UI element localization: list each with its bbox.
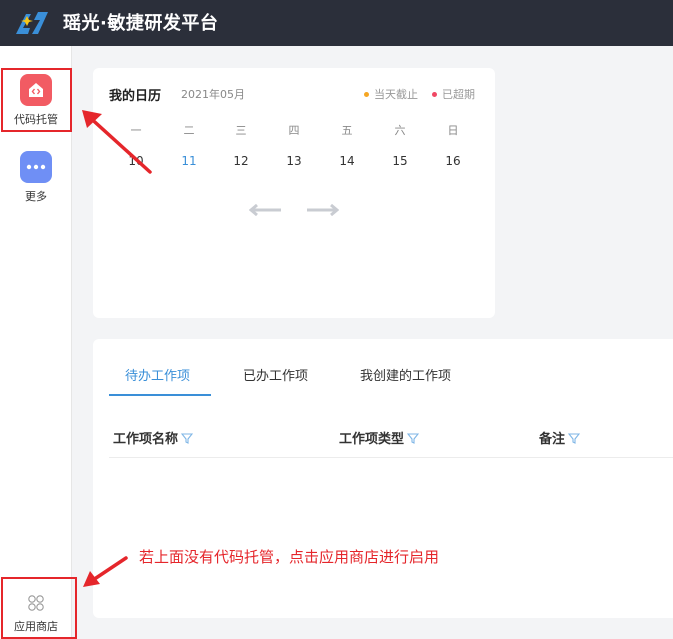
calendar-month: 2021年05月 [181,88,245,101]
top-bar: 瑶光·敏捷研发平台 [0,0,673,46]
more-icon [20,151,52,183]
weekday-label: 五 [341,124,353,137]
weekday-label: 二 [183,124,195,137]
column-header-label: 工作项类型 [339,432,405,447]
annotation-arrow-icon [83,556,128,587]
column-header-type[interactable]: 工作项类型 [339,428,420,447]
work-items-card: 待办工作项 已办工作项 我创建的工作项 工作项名称 工作项类型 备注 [93,339,673,618]
legend-due-today: 当天截止 [364,86,418,102]
column-header-label: 工作项名称 [113,432,179,447]
app-title: 瑶光·敏捷研发平台 [63,13,219,34]
prev-week-arrow-icon[interactable] [249,204,283,216]
sidebar: 代码托管 更多 应用商店 [0,46,72,639]
calendar-day[interactable]: 12 [226,154,256,168]
calendar-day[interactable]: 14 [332,154,362,168]
table-header-divider [109,457,673,458]
filter-icon[interactable] [568,432,581,444]
sidebar-item-more[interactable]: 更多 [0,151,72,204]
weekday-label: 六 [394,124,406,137]
weekday-label: 四 [288,124,300,137]
column-header-remark[interactable]: 备注 [539,428,581,447]
calendar-day[interactable]: 13 [279,154,309,168]
next-week-arrow-icon[interactable] [305,204,339,216]
column-header-name[interactable]: 工作项名称 [113,428,194,447]
tab-done[interactable]: 已办工作项 [243,365,308,384]
due-today-dot-icon [364,91,369,97]
calendar-day[interactable]: 15 [385,154,415,168]
highlight-box-app-store [1,577,77,639]
weekday-label: 三 [235,124,247,137]
legend-overdue: 已超期 [432,86,475,102]
active-tab-underline [109,394,211,396]
annotation-arrow-icon [82,110,152,174]
overdue-dot-icon [432,91,437,97]
filter-icon[interactable] [181,432,194,444]
tab-created[interactable]: 我创建的工作项 [360,365,451,384]
tab-todo[interactable]: 待办工作项 [125,365,190,384]
legend-label: 当天截止 [374,88,418,101]
calendar-title: 我的日历 [109,89,162,104]
column-header-label: 备注 [539,432,566,447]
filter-icon[interactable] [407,432,420,444]
calendar-day[interactable]: 16 [438,154,468,168]
annotation-note: 若上面没有代码托管，点击应用商店进行启用 [139,548,440,566]
weekday-label: 日 [447,124,459,137]
app-logo-icon[interactable] [14,10,50,36]
sidebar-item-label: 更多 [25,190,47,203]
highlight-box-code-hosting [1,68,72,132]
calendar-day-today[interactable]: 11 [174,154,204,168]
legend-label: 已超期 [442,88,475,101]
